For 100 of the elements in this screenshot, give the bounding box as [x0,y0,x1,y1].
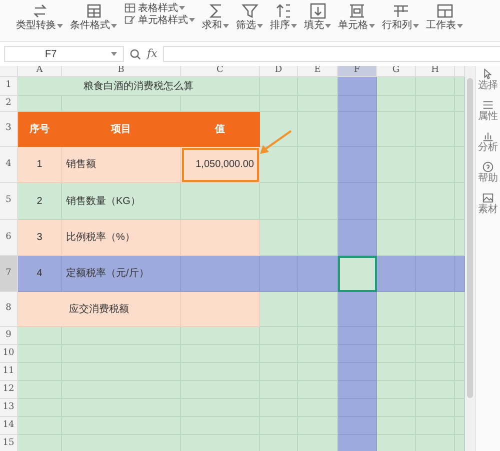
sidebar-button[interactable]: 属性 [478,99,498,122]
table-cell [18,96,62,112]
table-cell [377,292,416,327]
row-number[interactable]: 5 [0,183,18,220]
table-cell: 值 [181,112,260,147]
table-cell [455,96,465,112]
table-cell: 销售数量（KG） [62,183,181,220]
table-cell [338,96,377,112]
table-cell [377,363,416,381]
toolbar-button[interactable]: 填充 [302,2,333,31]
column-header[interactable]: H [416,66,455,77]
table-cell [416,77,455,96]
table-cell [260,327,298,345]
toolbar-button[interactable]: 求和 [200,2,231,31]
function-label[interactable]: fx [147,46,158,62]
row-number[interactable]: 7 [0,256,18,292]
table-cell [338,327,377,345]
table-cell: 比例税率（%） [62,220,181,256]
table-cell [298,345,338,363]
sidebar-button[interactable]: 分析 [478,130,498,153]
table-cell [298,147,338,183]
column-header[interactable]: A [18,66,62,77]
row-number[interactable]: 2 [0,96,18,112]
table-cell [455,112,465,147]
arrow [260,130,292,154]
caret-icon [189,18,195,22]
row-number[interactable]: 12 [0,381,18,399]
table-cell [260,183,298,220]
row-number[interactable]: 15 [0,435,18,451]
select-all-corner[interactable] [0,66,18,77]
scrollbar[interactable] [465,66,475,451]
sidebar-button[interactable]: 素材 [478,192,498,215]
scrollbar-thumb[interactable] [467,78,473,398]
table-cell [377,327,416,345]
table-cell: 项目 [62,112,181,147]
row-number[interactable]: 8 [0,292,18,327]
table-cell [298,435,338,451]
table-cell [377,435,416,451]
grid-icon [84,2,102,20]
table-cell [455,77,465,96]
table-cell [416,220,455,256]
table-cell [298,112,338,147]
row-number[interactable]: 4 [0,147,18,183]
cursor-icon [482,68,494,80]
column-header[interactable]: E [298,66,338,77]
table-cell [298,327,338,345]
table-cell: 1 [18,147,62,183]
table-cell: 3 [18,220,62,256]
table-cell [377,381,416,399]
caret-icon [369,24,375,28]
column-header[interactable]: B [62,66,181,77]
table-cell: 定额税率（元/斤） [62,256,181,292]
sidebar-button[interactable]: 帮助 [478,161,498,184]
table-cell [455,381,465,399]
table-cell: 应交消费税额 [18,292,181,327]
table-cell [377,147,416,183]
table-cell [298,220,338,256]
table-cell: 1,050,000.00 [181,147,260,183]
table-cell [416,292,455,327]
table-cell [377,399,416,417]
table-cell [298,417,338,435]
table-cell [377,96,416,112]
table-cell [455,183,465,220]
sort-icon [274,2,292,20]
row-number[interactable]: 1 [0,77,18,96]
toolbar-button[interactable]: 工作表 [424,2,465,31]
column-header[interactable] [455,66,465,77]
table-cell: 2 [18,183,62,220]
table-cell: 销售额 [62,147,181,183]
row-number[interactable]: 13 [0,399,18,417]
toolbar-button[interactable]: 筛选 [234,2,265,31]
toolbar-button[interactable]: 条件格式 [68,2,119,31]
row-number[interactable]: 3 [0,112,18,147]
toolbar-button[interactable]: 排序 [268,2,299,31]
toolbar-button[interactable]: 表格样式 [122,2,197,14]
chart-icon [482,130,494,142]
column-header[interactable]: D [260,66,298,77]
toolbar-button[interactable]: 行和列 [380,2,421,31]
table-cell [260,147,298,183]
table-cell [377,417,416,435]
toolbar-button[interactable]: 单元格 [336,2,377,31]
formula-input[interactable] [163,46,500,62]
row-number[interactable]: 9 [0,327,18,345]
column-header[interactable]: F [338,66,377,77]
sidebar-button[interactable]: 选择 [478,68,498,91]
active-cell[interactable] [338,256,377,292]
table-cell [260,292,298,327]
toolbar-button[interactable]: 单元格样式 [122,14,197,26]
row-number[interactable]: 6 [0,220,18,256]
table-cell [377,345,416,363]
row-number[interactable]: 11 [0,363,18,381]
table-cell [338,112,377,147]
toolbar-button[interactable]: 类型转换 [14,2,65,31]
table-cell [455,345,465,363]
table-cell [377,112,416,147]
name-box[interactable]: F7 [4,46,124,62]
table-cell [18,417,62,435]
row-number[interactable]: 10 [0,345,18,363]
zoom-icon[interactable] [130,48,141,60]
row-number[interactable]: 14 [0,417,18,435]
